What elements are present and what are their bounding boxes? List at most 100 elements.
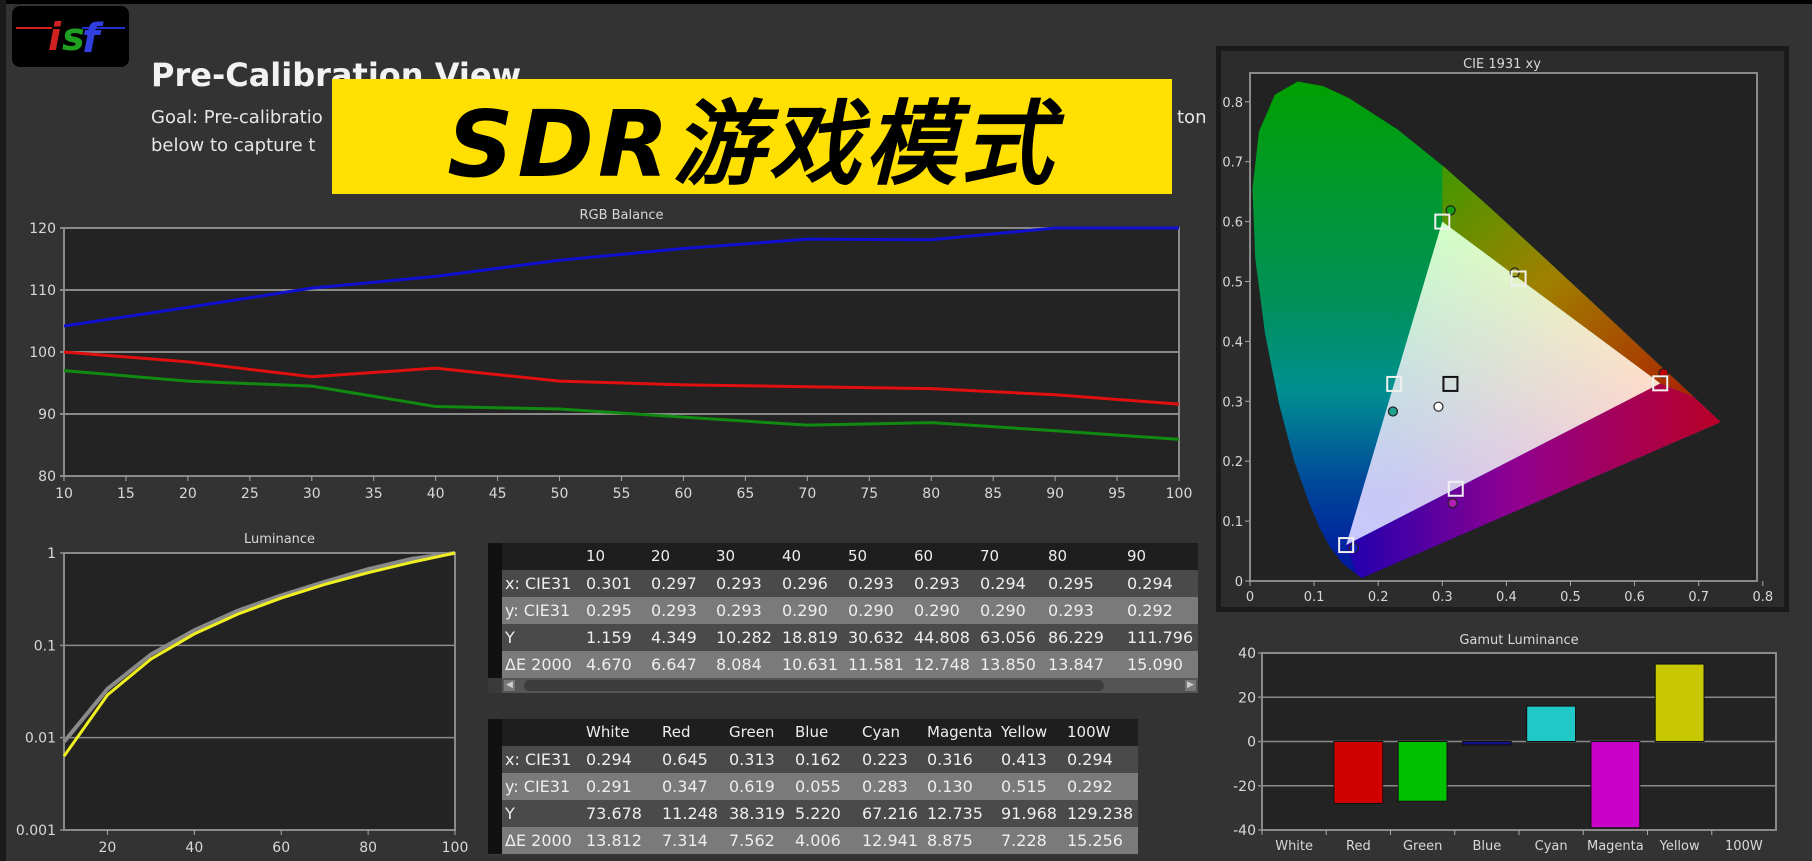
- table-cell: 0.290: [782, 601, 828, 620]
- measured-point-green: [1445, 205, 1456, 216]
- table-cell: 0.296: [782, 574, 828, 593]
- table-cell: 0.055: [795, 777, 841, 796]
- x-tick-label: Green: [1403, 839, 1442, 854]
- table-cell: 0.291: [586, 777, 632, 796]
- y-tick-label: 90: [38, 407, 56, 423]
- x-tick-label: 50: [551, 486, 569, 502]
- x-tick-label: 95: [1108, 486, 1126, 502]
- row-label: ΔE 2000: [505, 655, 572, 674]
- row-gutter: [488, 543, 502, 678]
- chart-title: Luminance: [244, 532, 315, 547]
- chart-title: RGB Balance: [579, 208, 663, 223]
- x-tick-label: 100: [442, 840, 469, 856]
- chart-title: Gamut Luminance: [1459, 633, 1578, 648]
- x-tick-label: 15: [117, 486, 135, 502]
- x-tick-label: Blue: [1472, 839, 1501, 854]
- table-cell: 0.293: [848, 574, 894, 593]
- measured-point-white: [1433, 401, 1444, 412]
- x-tick-label: 100W: [1725, 839, 1763, 854]
- x-tick-label: 70: [798, 486, 816, 502]
- isf-logo: i s f: [12, 6, 129, 67]
- scrollbar-thumb[interactable]: [524, 680, 1104, 691]
- x-tick-label: Cyan: [1535, 839, 1568, 854]
- table-cell: 0.130: [927, 777, 973, 796]
- color-table: White Red Green Blue Cyan Magenta Yellow 100W x:…: [488, 719, 1138, 855]
- table-cell: 0.290: [980, 601, 1026, 620]
- table-cell: 12.735: [927, 804, 983, 823]
- table-cell: 15.090: [1127, 655, 1183, 674]
- table-cell: 0.292: [1067, 777, 1113, 796]
- table-cell: 0.645: [662, 750, 708, 769]
- x-tick-label: 90: [1046, 486, 1064, 502]
- y-tick-label: 0: [1235, 575, 1243, 590]
- column-header: Magenta: [927, 723, 993, 741]
- column-header: Yellow: [1001, 723, 1048, 741]
- table-cell: 0.313: [729, 750, 775, 769]
- y-tick-label: 0: [1247, 735, 1256, 751]
- y-tick-label: -40: [1233, 823, 1256, 839]
- row-label: x: CIE31: [505, 574, 572, 593]
- y-tick-label: 120: [29, 221, 56, 237]
- x-tick-label: 0.4: [1496, 590, 1517, 605]
- scroll-left-button[interactable]: ◀: [504, 680, 515, 691]
- x-tick-label: 30: [303, 486, 321, 502]
- bar-red: [1333, 741, 1384, 804]
- y-tick-label: 0.5: [1222, 276, 1243, 291]
- x-tick-label: 0.6: [1624, 590, 1645, 605]
- row-label: Y: [505, 804, 515, 823]
- table-cell: 11.248: [662, 804, 718, 823]
- table-cell: 0.294: [586, 750, 632, 769]
- row-label: ΔE 2000: [505, 831, 572, 850]
- y-tick-label: 80: [38, 469, 56, 485]
- table-cell: 0.162: [795, 750, 841, 769]
- table-cell: 38.319: [729, 804, 785, 823]
- column-header: 60: [914, 547, 934, 565]
- y-tick-label: 0.4: [1222, 335, 1243, 350]
- column-header: 20: [651, 547, 671, 565]
- table-cell: 129.238: [1067, 804, 1134, 823]
- table-cell: 15.256: [1067, 831, 1123, 850]
- bar-yellow: [1654, 663, 1705, 742]
- table-cell: 0.295: [586, 601, 632, 620]
- column-header: Red: [662, 723, 691, 741]
- measured-point-cyan: [1387, 406, 1399, 417]
- x-tick-label: 0.2: [1368, 590, 1389, 605]
- table-cell: 0.223: [862, 750, 908, 769]
- scroll-right-button[interactable]: ▶: [1185, 680, 1196, 691]
- rgb-balance-chart: RGB Balance 80 90 100 110 120 10 15 20 25 30 35 40 45…: [29, 208, 1192, 502]
- table-cell: 0.294: [1067, 750, 1113, 769]
- table-cell: 44.808: [914, 628, 970, 647]
- column-header: 10: [586, 547, 606, 565]
- table-row: ΔE 2000 4.670 6.647 8.084 10.631 11.581 12.748…: [502, 651, 1198, 678]
- table-cell: 12.941: [862, 831, 918, 850]
- table-cell: 11.581: [848, 655, 904, 674]
- table-cell: 7.314: [662, 831, 708, 850]
- table-cell: 5.220: [795, 804, 841, 823]
- bar-blue: [1461, 741, 1512, 746]
- y-tick-label: 20: [1238, 690, 1256, 706]
- table-cell: 6.647: [651, 655, 697, 674]
- grayscale-table: 10 20 30 40 50 60 70 80 90 x: CIE31 0.301 0.297 0.29…: [488, 543, 1198, 693]
- table-cell: 4.349: [651, 628, 697, 647]
- table-cell: 0.347: [662, 777, 708, 796]
- x-tick-label: 0: [1246, 590, 1254, 605]
- table-cell: 0.293: [651, 601, 697, 620]
- table-cell: 12.748: [914, 655, 970, 674]
- table-cell: 13.850: [980, 655, 1036, 674]
- table-cell: 0.515: [1001, 777, 1047, 796]
- x-tick-label: Yellow: [1659, 839, 1700, 854]
- column-header: Green: [729, 723, 775, 741]
- table-cell: 0.293: [716, 574, 762, 593]
- x-tick-label: 0.3: [1432, 590, 1453, 605]
- x-tick-label: 25: [241, 486, 259, 502]
- x-tick-label: 40: [427, 486, 445, 502]
- y-tick-label: 110: [29, 283, 56, 299]
- y-tick-label: 0.3: [1222, 395, 1243, 410]
- horizontal-scrollbar[interactable]: ◀ ▶: [502, 678, 1198, 693]
- bar-green: [1397, 741, 1448, 802]
- y-tick-label: 0.01: [25, 731, 56, 747]
- table-row: y: CIE31 0.295 0.293 0.293 0.290 0.290 0.290 0.…: [502, 597, 1198, 624]
- table-cell: 111.796: [1127, 628, 1194, 647]
- column-header: 40: [782, 547, 802, 565]
- column-header: White: [586, 723, 630, 741]
